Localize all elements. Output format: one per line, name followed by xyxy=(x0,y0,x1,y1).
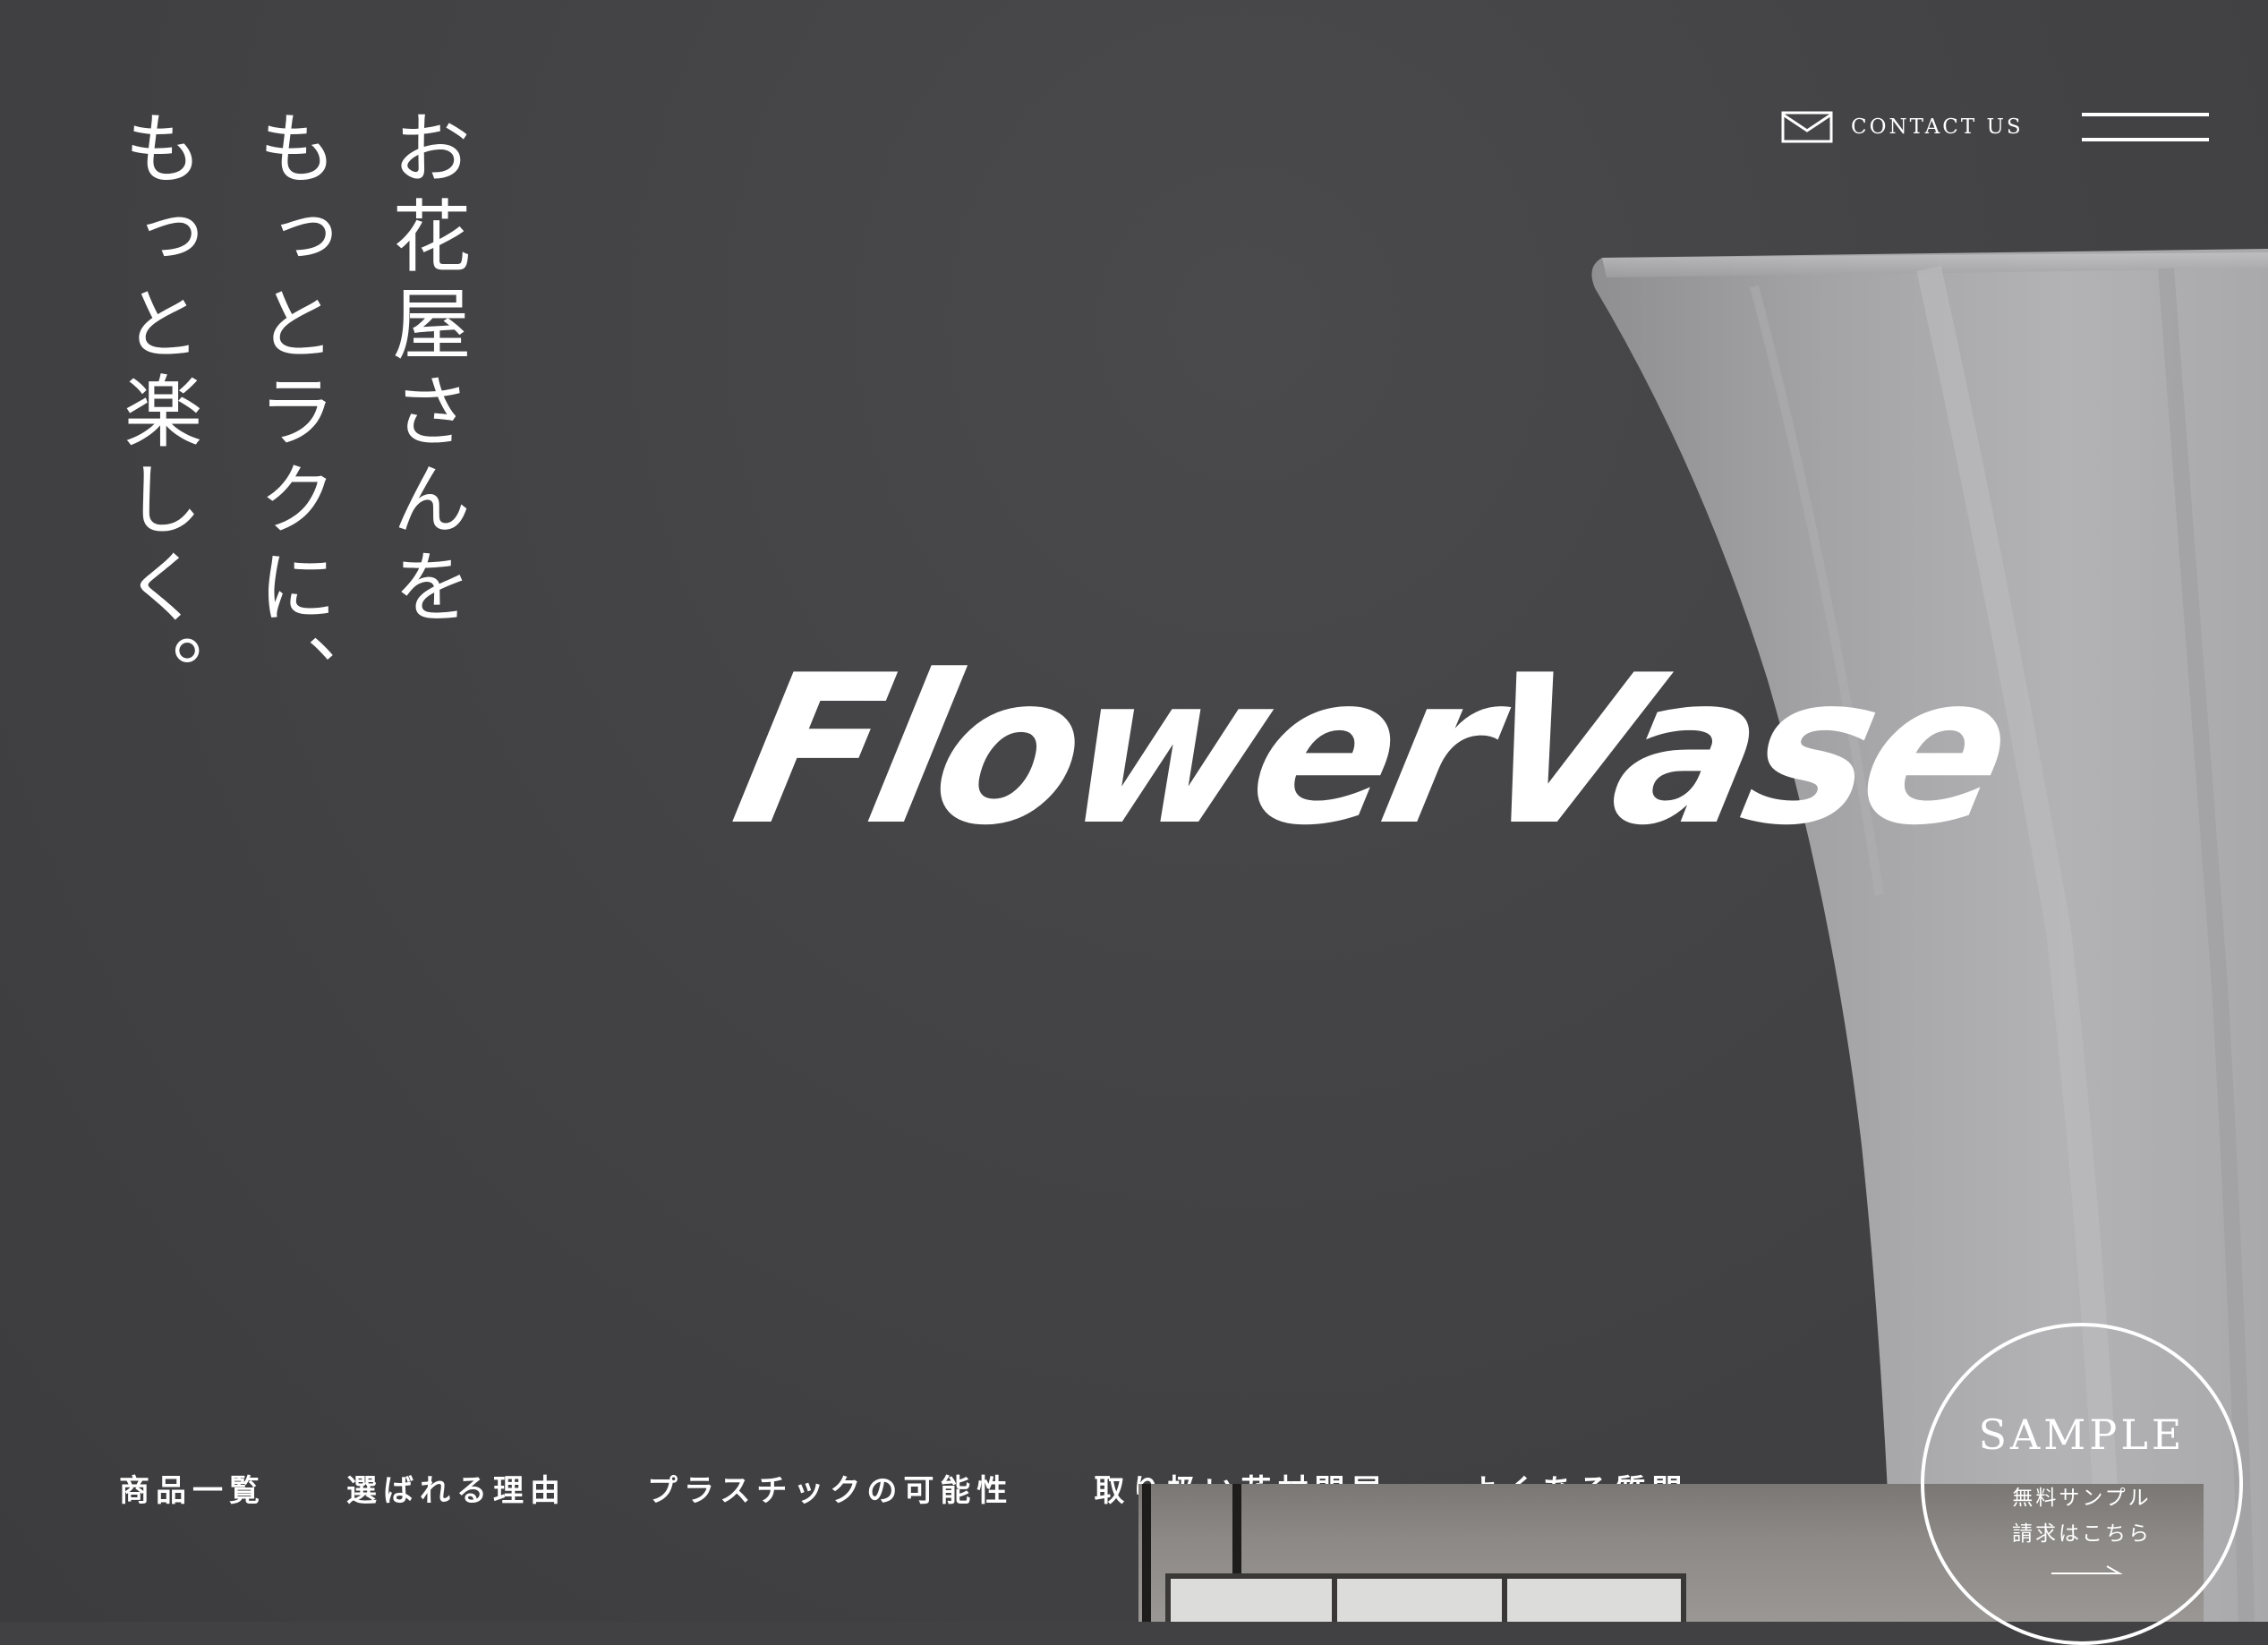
sample-title: SAMPLE xyxy=(1978,1411,2186,1459)
hamburger-line-bottom xyxy=(2082,138,2209,141)
nav-item-plastic[interactable]: プラスチックの可能性 xyxy=(647,1466,1013,1510)
hamburger-menu-button[interactable] xyxy=(2082,109,2209,145)
hero-tagline: お花屋さんを もっとラクに、 もっと楽しく。 xyxy=(107,107,474,752)
sample-line-2: 請求はこちら xyxy=(2012,1522,2152,1546)
tagline-line-1: お花屋さんを xyxy=(379,107,472,634)
contact-link[interactable]: CONTACT US xyxy=(1781,109,2024,145)
tagline-line-2: もっとラクに、 xyxy=(245,107,337,721)
sample-request-button[interactable]: SAMPLE 無料サンプル 請求はこちら xyxy=(1921,1323,2243,1645)
hamburger-line-top xyxy=(2082,113,2209,116)
nav-item-reasons[interactable]: 選ばれる理由 xyxy=(346,1466,567,1510)
arrow-right-icon xyxy=(2051,1565,2123,1574)
tagline-line-3: もっと楽しく。 xyxy=(111,107,203,721)
photo-pole-left xyxy=(1142,1484,1151,1622)
sample-line-1: 無料サンプル xyxy=(2012,1487,2152,1510)
contact-label: CONTACT US xyxy=(1851,115,2024,139)
mail-icon xyxy=(1781,111,1833,143)
logo-text: FlowerVase xyxy=(717,632,2025,871)
nav-item-products[interactable]: 商品一覧 xyxy=(119,1466,266,1510)
logo[interactable]: FlowerVase xyxy=(718,618,2025,886)
photo-window xyxy=(1165,1573,1686,1622)
sample-subtitle: 無料サンプル 請求はこちら xyxy=(1924,1480,2239,1552)
